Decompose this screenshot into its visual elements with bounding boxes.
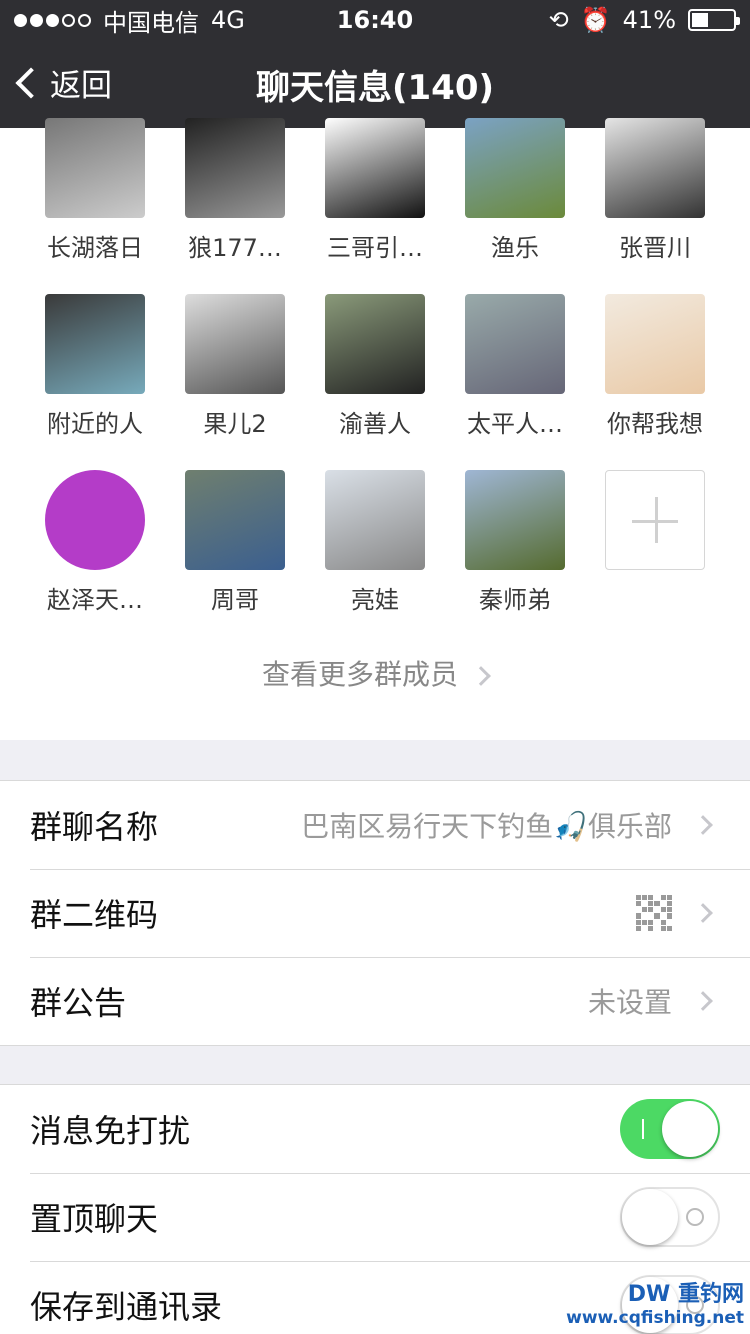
member-avatar	[325, 118, 425, 218]
member-avatar	[605, 118, 705, 218]
member-name: 狼177…	[188, 234, 282, 262]
member-avatar	[465, 294, 565, 394]
back-label: 返回	[50, 68, 112, 104]
carrier-label: 中国电信	[103, 8, 199, 37]
settings-row[interactable]: 群公告 未设置	[0, 957, 750, 1045]
settings-row[interactable]: 群二维码	[0, 869, 750, 957]
member-name: 你帮我想	[607, 410, 703, 438]
member-avatar	[45, 470, 145, 570]
member-avatar	[185, 294, 285, 394]
toggle-row-label: 消息免打扰	[30, 1112, 191, 1150]
add-member-button[interactable]	[585, 470, 725, 570]
member-item[interactable]: 果儿2	[165, 294, 305, 439]
alarm-icon: ⏰	[580, 6, 611, 34]
member-name: 长湖落日	[47, 234, 143, 262]
toggle-knob	[622, 1189, 678, 1245]
watermark-logo: DW 重钓网 www.cqfishing.net	[566, 1276, 744, 1328]
back-button[interactable]: 返回	[15, 60, 112, 105]
settings-row[interactable]: 群聊名称 巴南区易行天下钓鱼🎣俱乐部	[0, 781, 750, 869]
member-avatar	[465, 470, 565, 570]
nav-bar: 返回 聊天信息(140)	[0, 40, 750, 128]
page-title: 聊天信息(140)	[255, 67, 495, 108]
chevron-left-icon	[15, 66, 47, 99]
toggle-row-label: 置顶聊天	[30, 1200, 159, 1238]
member-avatar	[185, 470, 285, 570]
toggle-row: 置顶聊天	[0, 1173, 750, 1261]
toggle-row-label: 保存到通讯录	[30, 1288, 223, 1326]
status-left: 中国电信 4G	[14, 3, 245, 38]
member-avatar	[325, 294, 425, 394]
member-item[interactable]: 赵泽天…	[25, 470, 165, 615]
chevron-right-icon	[693, 815, 713, 835]
member-item[interactable]: 渝善人	[305, 294, 445, 439]
top-bar: 中国电信 4G 16:40 ⟲ ⏰ 41% 返回 聊天信息(140)	[0, 0, 750, 128]
member-item[interactable]: 长湖落日	[25, 118, 165, 263]
network-label: 4G	[211, 6, 245, 34]
settings-row-value: 巴南区易行天下钓鱼🎣俱乐部	[301, 805, 720, 845]
member-avatar	[465, 118, 565, 218]
battery-percent: 41%	[622, 6, 676, 34]
signal-icon	[14, 13, 91, 27]
member-avatar	[185, 118, 285, 218]
member-name: 太平人…	[467, 410, 563, 438]
toggle-row: 消息免打扰	[0, 1085, 750, 1173]
settings-row-label: 群二维码	[30, 896, 159, 934]
settings-row-value: 未设置	[588, 981, 720, 1021]
member-grid: 查看更多群成员 长湖落日 狼177… 三哥引… 渔乐 张晋川附近的人 果儿2 渝善人 太平人……	[0, 118, 750, 740]
member-name: 周哥	[211, 586, 259, 614]
group-info-section: 群聊名称 巴南区易行天下钓鱼🎣俱乐部群二维码群公告 未设置	[0, 780, 750, 1046]
rotation-lock-icon: ⟲	[548, 6, 569, 34]
member-name: 秦师弟	[479, 586, 551, 614]
settings-row-value-text: 巴南区易行天下钓鱼🎣俱乐部	[301, 810, 672, 843]
view-more-members-button[interactable]: 查看更多群成员	[0, 653, 750, 693]
member-name: 赵泽天…	[47, 586, 143, 614]
watermark-url: www.cqfishing.net	[566, 1308, 744, 1328]
chevron-right-icon	[471, 666, 491, 686]
member-item[interactable]: 狼177…	[165, 118, 305, 263]
member-name: 附近的人	[47, 410, 143, 438]
battery-icon	[688, 9, 740, 31]
member-item[interactable]: 渔乐	[445, 118, 585, 263]
watermark-logo-text: DW 重钓网	[627, 1282, 744, 1307]
member-item[interactable]: 太平人…	[445, 294, 585, 439]
settings-row-value-text: 未设置	[587, 986, 672, 1019]
member-item[interactable]: 周哥	[165, 470, 305, 615]
member-name: 渝善人	[339, 410, 411, 438]
member-avatar	[605, 294, 705, 394]
member-avatar	[45, 118, 145, 218]
toggle-knob	[662, 1101, 718, 1157]
chevron-right-icon	[693, 991, 713, 1011]
member-item[interactable]: 三哥引…	[305, 118, 445, 263]
chat-info-screen: 中国电信 4G 16:40 ⟲ ⏰ 41% 返回 聊天信息(140) 查看更多群…	[0, 0, 750, 1334]
status-bar: 中国电信 4G 16:40 ⟲ ⏰ 41%	[0, 0, 750, 40]
member-avatar	[45, 294, 145, 394]
member-name: 渔乐	[491, 234, 539, 262]
qr-code-icon	[636, 895, 720, 931]
member-item[interactable]: 亮娃	[305, 470, 445, 615]
member-name: 果儿2	[203, 410, 267, 438]
member-item[interactable]: 附近的人	[25, 294, 165, 439]
member-name: 三哥引…	[327, 234, 423, 262]
status-right: ⟲ ⏰ 41%	[548, 6, 740, 34]
toggle-switch[interactable]	[620, 1099, 720, 1159]
settings-row-label: 群公告	[30, 984, 127, 1022]
member-item[interactable]: 秦师弟	[445, 470, 585, 615]
chevron-right-icon	[693, 903, 713, 923]
member-avatar	[325, 470, 425, 570]
member-name: 张晋川	[619, 234, 691, 262]
toggle-switch[interactable]	[620, 1187, 720, 1247]
settings-row-label: 群聊名称	[30, 808, 159, 846]
member-item[interactable]: 张晋川	[585, 118, 725, 263]
member-name: 亮娃	[351, 586, 399, 614]
plus-icon	[605, 470, 705, 570]
view-more-label: 查看更多群成员	[261, 658, 458, 691]
member-item[interactable]: 你帮我想	[585, 294, 725, 439]
